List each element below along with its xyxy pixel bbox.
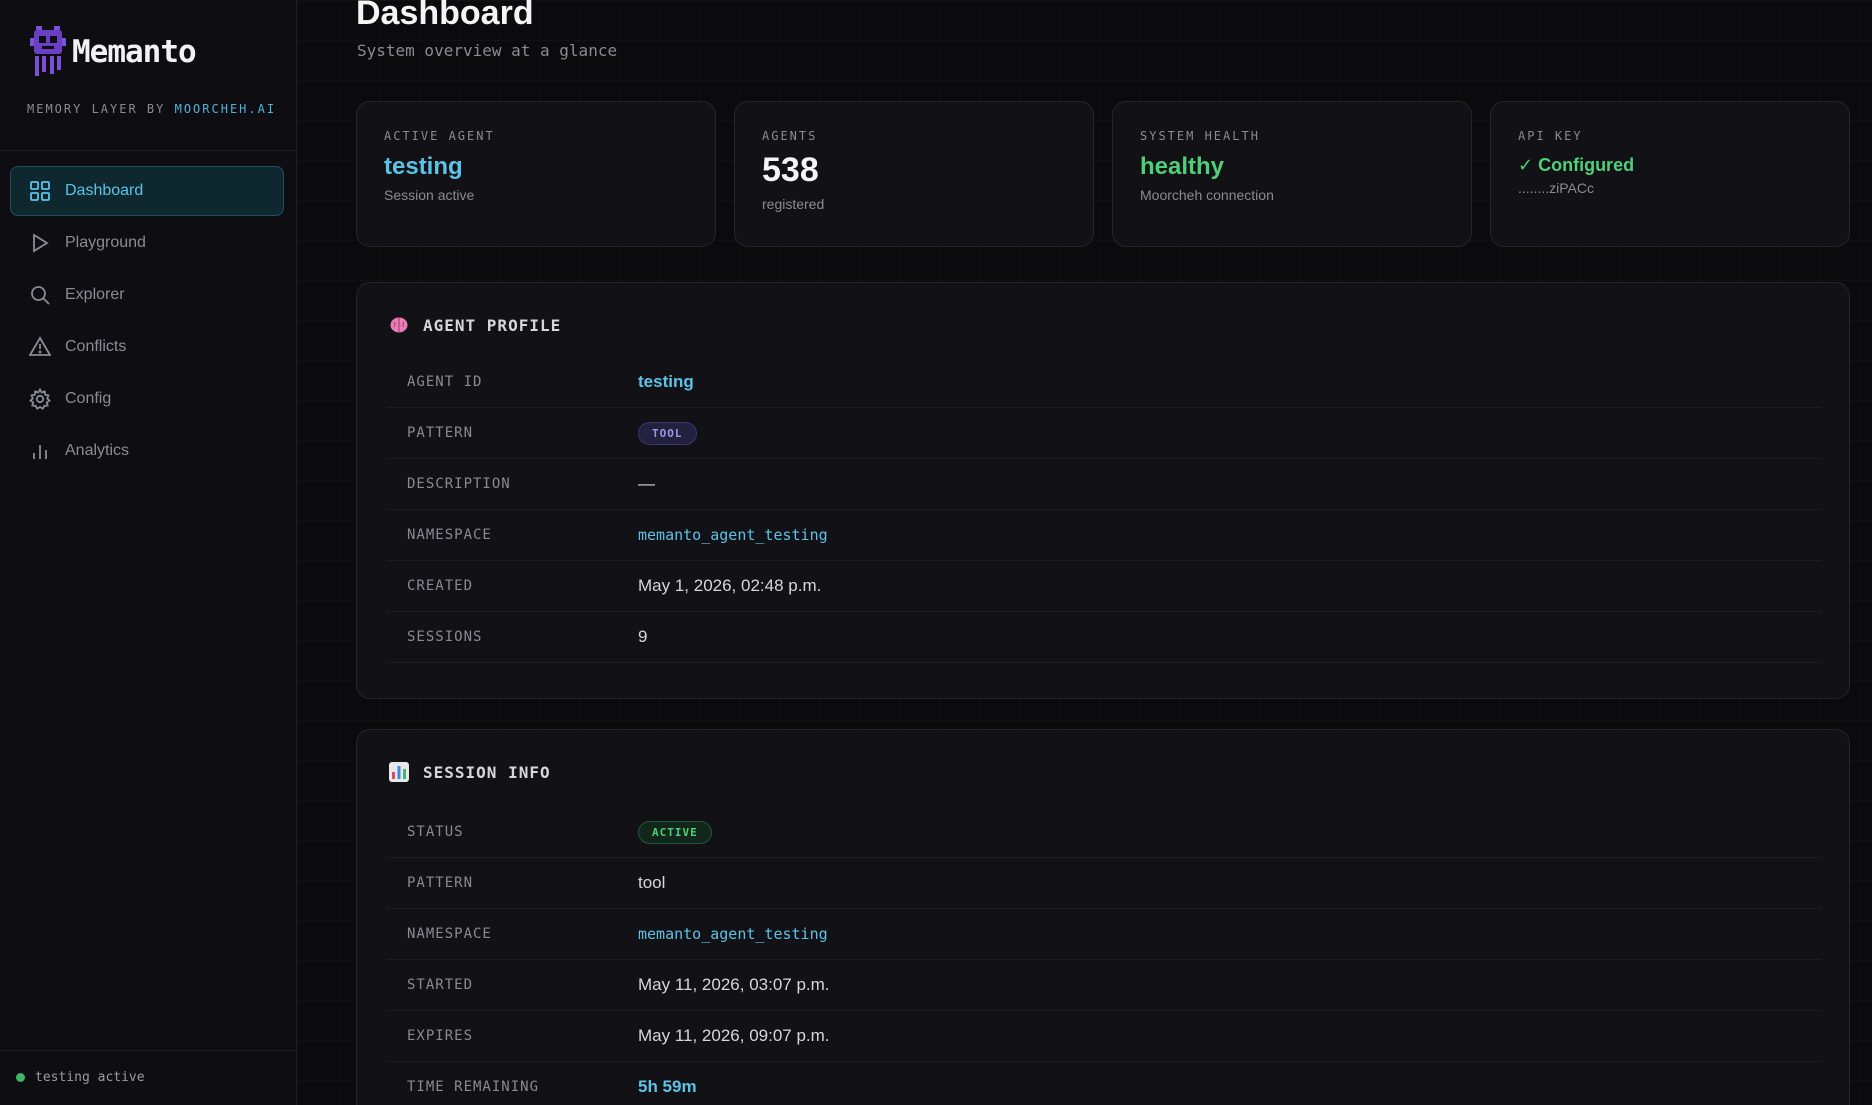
sidebar-item-playground[interactable]: Playground — [10, 218, 284, 268]
row-key: NAMESPACE — [407, 926, 492, 942]
stat-label: SYSTEM HEALTH — [1140, 129, 1260, 143]
panel-title: AGENT PROFILE — [423, 315, 562, 335]
session-status-text: testing active — [35, 1070, 145, 1085]
gear-icon — [29, 388, 51, 410]
row-key: DESCRIPTION — [407, 476, 511, 492]
stat-value: testing — [384, 153, 463, 180]
row-key: AGENT ID — [407, 374, 483, 390]
description-value: — — [638, 474, 655, 493]
main-content: Dashboard System overview at a glance AC… — [298, 0, 1872, 1105]
sidebar-item-label: Analytics — [65, 442, 130, 459]
sidebar-footer-divider — [0, 1050, 297, 1051]
pattern-badge: TOOL — [638, 421, 697, 445]
pattern-value: tool — [638, 873, 666, 892]
sidebar-item-config[interactable]: Config — [10, 374, 284, 424]
row-pattern: PATTERN tool — [387, 858, 1821, 909]
brand-subtitle-link[interactable]: MOORCHEH.AI — [175, 102, 276, 116]
row-key: STATUS — [407, 824, 464, 840]
page-subtitle: System overview at a glance — [357, 41, 618, 60]
namespace-value: memanto_agent_testing — [638, 526, 828, 544]
sidebar-item-label: Playground — [65, 234, 146, 251]
brain-icon — [389, 315, 409, 335]
sidebar-divider — [0, 150, 297, 151]
stat-label: API KEY — [1518, 129, 1583, 143]
row-namespace: NAMESPACE memanto_agent_testing — [387, 909, 1821, 960]
grid-icon — [29, 180, 51, 202]
bar-chart-icon — [29, 440, 51, 462]
row-key: CREATED — [407, 578, 474, 594]
row-created: CREATED May 1, 2026, 02:48 p.m. — [387, 561, 1821, 612]
expires-value: May 11, 2026, 09:07 p.m. — [638, 1026, 830, 1045]
stat-card-api-key: API KEY ✓ Configured ........ziPACc — [1490, 101, 1850, 247]
row-status: STATUS ACTIVE — [387, 807, 1821, 858]
row-key: EXPIRES — [407, 1028, 474, 1044]
stat-value: ✓ Configured — [1518, 155, 1635, 175]
namespace-value: memanto_agent_testing — [638, 925, 828, 943]
brand[interactable]: Memanto — [30, 26, 197, 78]
status-badge: ACTIVE — [638, 820, 712, 844]
sidebar-item-conflicts[interactable]: Conflicts — [10, 322, 284, 372]
agent-id-value: testing — [638, 372, 694, 391]
stat-sub: Moorcheh connection — [1140, 187, 1274, 203]
stat-value: 538 — [762, 151, 819, 189]
stat-sub: registered — [762, 196, 825, 212]
brand-subtitle: MEMORY LAYER BY MOORCHEH.AI — [27, 102, 276, 116]
row-key: NAMESPACE — [407, 527, 492, 543]
session-status-indicator: testing active — [16, 1070, 145, 1085]
started-value: May 11, 2026, 03:07 p.m. — [638, 975, 830, 994]
stat-value: healthy — [1140, 153, 1225, 180]
panel-header: SESSION INFO — [389, 762, 551, 782]
stat-card-system-health: SYSTEM HEALTH healthy Moorcheh connectio… — [1112, 101, 1472, 247]
sidebar-item-label: Config — [65, 390, 112, 407]
sidebar: Memanto MEMORY LAYER BY MOORCHEH.AI Dash… — [0, 0, 297, 1105]
agent-profile-rows: AGENT ID testing PATTERN TOOL DESCRIPTIO… — [387, 357, 1821, 663]
row-time-remaining: TIME REMAINING 5h 59m — [387, 1062, 1821, 1105]
sidebar-item-label: Conflicts — [65, 338, 127, 355]
sidebar-nav: Dashboard Playground Explorer Conflicts — [10, 166, 284, 478]
panel-title: SESSION INFO — [423, 762, 551, 782]
row-key: PATTERN — [407, 875, 474, 891]
sessions-value: 9 — [638, 627, 648, 646]
status-dot-icon — [16, 1073, 25, 1082]
bar-chart-icon — [389, 762, 409, 782]
row-key: TIME REMAINING — [407, 1079, 540, 1095]
row-started: STARTED May 11, 2026, 03:07 p.m. — [387, 960, 1821, 1011]
agent-profile-panel: AGENT PROFILE AGENT ID testing PATTERN T… — [356, 282, 1850, 699]
page-title: Dashboard — [356, 0, 534, 32]
row-expires: EXPIRES May 11, 2026, 09:07 p.m. — [387, 1011, 1821, 1062]
stat-label: ACTIVE AGENT — [384, 129, 495, 143]
sidebar-item-label: Dashboard — [65, 182, 144, 199]
time-remaining-value: 5h 59m — [638, 1077, 697, 1096]
sidebar-item-dashboard[interactable]: Dashboard — [10, 166, 284, 216]
row-namespace: NAMESPACE memanto_agent_testing — [387, 510, 1821, 561]
api-key-masked: ........ziPACc — [1518, 180, 1594, 196]
row-agent-id: AGENT ID testing — [387, 357, 1821, 408]
stat-sub: Session active — [384, 187, 475, 203]
search-icon — [29, 284, 51, 306]
brand-subtitle-prefix: MEMORY LAYER BY — [27, 102, 175, 116]
stat-card-active-agent: ACTIVE AGENT testing Session active — [356, 101, 716, 247]
row-key: PATTERN — [407, 425, 474, 441]
brand-name: Memanto — [72, 34, 197, 70]
sidebar-item-label: Explorer — [65, 286, 125, 303]
row-key: SESSIONS — [407, 629, 483, 645]
robot-logo-icon — [30, 26, 66, 78]
session-info-panel: SESSION INFO STATUS ACTIVE PATTERN tool … — [356, 729, 1850, 1105]
row-key: STARTED — [407, 977, 474, 993]
sidebar-item-analytics[interactable]: Analytics — [10, 426, 284, 476]
row-description: DESCRIPTION — — [387, 459, 1821, 510]
session-info-rows: STATUS ACTIVE PATTERN tool NAMESPACE mem… — [387, 807, 1821, 1105]
panel-header: AGENT PROFILE — [389, 315, 561, 335]
play-icon — [29, 232, 51, 254]
sidebar-item-explorer[interactable]: Explorer — [10, 270, 284, 320]
warning-icon — [29, 336, 51, 358]
row-pattern: PATTERN TOOL — [387, 408, 1821, 459]
stat-label: AGENTS — [762, 129, 818, 143]
stat-card-agents: AGENTS 538 registered — [734, 101, 1094, 247]
created-value: May 1, 2026, 02:48 p.m. — [638, 576, 822, 595]
row-sessions: SESSIONS 9 — [387, 612, 1821, 663]
